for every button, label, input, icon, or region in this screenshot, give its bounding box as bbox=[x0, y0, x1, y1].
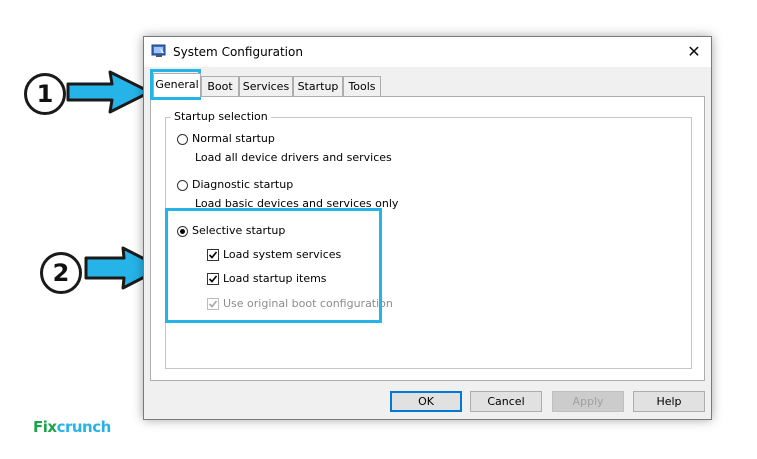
tab-boot-label: Boot bbox=[207, 80, 233, 93]
apply-button: Apply bbox=[552, 391, 624, 412]
step-1-badge: 1 bbox=[24, 73, 66, 115]
tab-startup-label: Startup bbox=[297, 80, 339, 93]
tab-tools-label: Tools bbox=[348, 80, 376, 93]
tab-general[interactable]: General bbox=[153, 73, 201, 97]
ok-button[interactable]: OK bbox=[390, 391, 462, 412]
msconfig-app-icon bbox=[151, 44, 166, 57]
startup-selection-legend: Startup selection bbox=[171, 110, 271, 123]
cancel-button[interactable]: Cancel bbox=[470, 391, 542, 412]
tab-tools[interactable]: Tools bbox=[343, 76, 381, 96]
apply-button-label: Apply bbox=[572, 395, 604, 408]
close-button[interactable]: ✕ bbox=[685, 43, 703, 61]
normal-startup-description: Load all device drivers and services bbox=[195, 151, 392, 164]
step-2-number: 2 bbox=[52, 259, 70, 287]
tab-general-label: General bbox=[155, 78, 199, 91]
close-icon: ✕ bbox=[687, 42, 701, 61]
cancel-button-label: Cancel bbox=[487, 395, 525, 408]
help-button[interactable]: Help bbox=[633, 391, 705, 412]
ok-button-label: OK bbox=[418, 395, 434, 408]
selective-startup-highlight bbox=[165, 208, 382, 323]
step-1-number: 1 bbox=[36, 80, 54, 108]
tab-services-label: Services bbox=[242, 80, 290, 93]
window-title: System Configuration bbox=[173, 45, 303, 59]
tab-startup[interactable]: Startup bbox=[293, 76, 343, 96]
step-2-badge: 2 bbox=[40, 252, 82, 294]
logo-crunch-text: crunch bbox=[56, 418, 112, 436]
tab-services[interactable]: Services bbox=[239, 76, 293, 96]
logo-fix-text: Fix bbox=[33, 418, 57, 436]
normal-startup-label[interactable]: Normal startup bbox=[192, 132, 275, 145]
diagnostic-startup-radio[interactable] bbox=[177, 180, 188, 191]
step-1-arrow-icon bbox=[66, 70, 152, 114]
title-bar[interactable]: System Configuration ✕ bbox=[144, 37, 711, 67]
help-button-label: Help bbox=[656, 395, 682, 408]
normal-startup-radio[interactable] bbox=[177, 134, 188, 145]
fixcrunch-logo: Fixcrunch bbox=[33, 418, 111, 436]
diagnostic-startup-label[interactable]: Diagnostic startup bbox=[192, 178, 293, 191]
tab-boot[interactable]: Boot bbox=[201, 76, 239, 96]
